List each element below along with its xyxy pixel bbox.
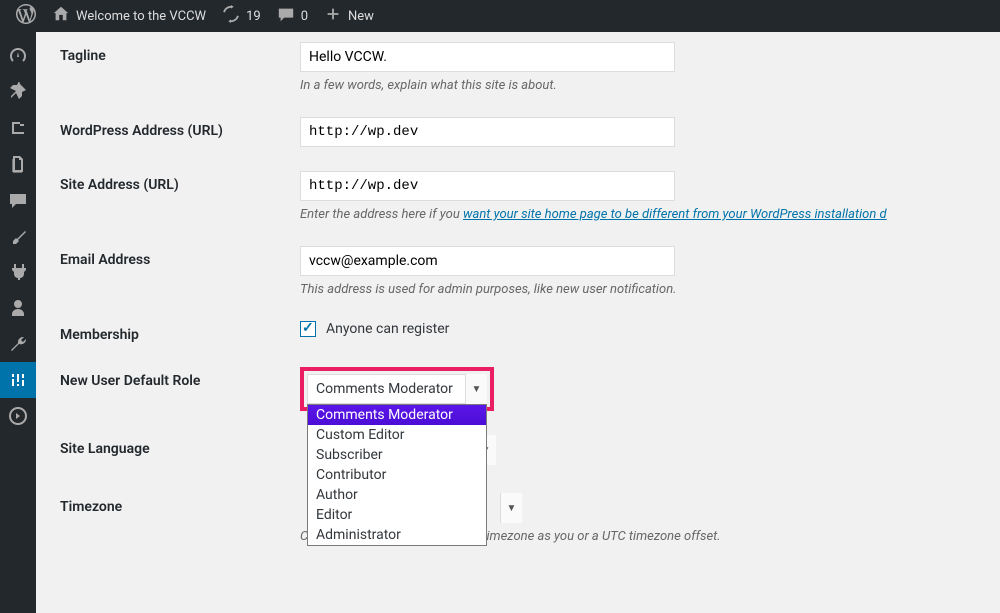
chevron-down-icon: ▼ (465, 374, 487, 404)
new-label: New (348, 9, 374, 24)
email-label: Email Address (60, 246, 300, 268)
updates-link[interactable]: 19 (214, 0, 269, 32)
new-link[interactable]: New (316, 0, 382, 32)
highlight-box: Comments Moderator ▼ Comments Moderator … (300, 367, 494, 411)
timezone-select[interactable]: ▼ (500, 493, 522, 523)
comments-count: 0 (301, 9, 308, 24)
membership-label: Membership (60, 321, 300, 343)
sliders-icon (8, 370, 28, 390)
sidebar-comments[interactable] (0, 182, 36, 218)
admin-bar: Welcome to the VCCW 19 0 New (0, 0, 1000, 32)
role-option[interactable]: Administrator (308, 525, 486, 545)
brush-icon (8, 226, 28, 246)
home-icon (52, 5, 70, 28)
main-content: Tagline In a few words, explain what thi… (36, 32, 1000, 558)
comment-icon (277, 5, 295, 28)
wp-logo[interactable] (8, 0, 44, 32)
wordpress-icon (16, 4, 36, 29)
sidebar-tools[interactable] (0, 326, 36, 362)
wpaddress-label: WordPress Address (URL) (60, 117, 300, 139)
site-title: Welcome to the VCCW (76, 9, 206, 24)
role-option[interactable]: Author (308, 485, 486, 505)
tagline-label: Tagline (60, 42, 300, 64)
plus-icon (324, 5, 342, 28)
siteaddress-description: Enter the address here if you want your … (300, 207, 976, 222)
sidebar-posts[interactable] (0, 74, 36, 110)
sidebar-menu (0, 32, 36, 613)
updates-count: 19 (246, 9, 261, 24)
comments-link[interactable]: 0 (269, 0, 316, 32)
site-link[interactable]: Welcome to the VCCW (44, 0, 214, 32)
sitelanguage-label: Site Language (60, 435, 300, 457)
role-option[interactable]: Subscriber (308, 445, 486, 465)
role-option[interactable]: Editor (308, 505, 486, 525)
email-input[interactable] (300, 246, 675, 276)
comment-icon (8, 190, 28, 210)
sidebar-collapse[interactable] (0, 398, 36, 434)
role-option[interactable]: Comments Moderator (308, 405, 486, 425)
tagline-description: In a few words, explain what this site i… (300, 78, 976, 93)
role-option[interactable]: Contributor (308, 465, 486, 485)
collapse-icon (8, 406, 28, 426)
plug-icon (8, 262, 28, 282)
sidebar-users[interactable] (0, 290, 36, 326)
timezone-label: Timezone (60, 493, 300, 515)
sidebar-settings[interactable] (0, 362, 36, 398)
sidebar-appearance[interactable] (0, 218, 36, 254)
role-option[interactable]: Custom Editor (308, 425, 486, 445)
media-icon (8, 118, 28, 138)
chevron-down-icon: ▼ (500, 493, 522, 523)
defaultrole-label: New User Default Role (60, 367, 300, 389)
pages-icon (8, 154, 28, 174)
siteaddress-help-link[interactable]: want your site home page to be different… (463, 207, 887, 222)
sidebar-dashboard[interactable] (0, 38, 36, 74)
sidebar-media[interactable] (0, 110, 36, 146)
dashboard-icon (8, 46, 28, 66)
email-description: This address is used for admin purposes,… (300, 282, 976, 297)
tagline-input[interactable] (300, 42, 675, 72)
defaultrole-select[interactable]: Comments Moderator ▼ (307, 374, 487, 404)
membership-checkbox[interactable] (300, 321, 316, 337)
user-icon (8, 298, 28, 318)
membership-checkbox-label: Anyone can register (326, 321, 449, 337)
wrench-icon (8, 334, 28, 354)
wpaddress-input[interactable] (300, 117, 675, 147)
sidebar-plugins[interactable] (0, 254, 36, 290)
update-icon (222, 5, 240, 28)
pin-icon (8, 82, 28, 102)
siteaddress-input[interactable] (300, 171, 675, 201)
siteaddress-label: Site Address (URL) (60, 171, 300, 193)
defaultrole-dropdown: Comments Moderator Custom Editor Subscri… (307, 404, 487, 546)
sidebar-pages[interactable] (0, 146, 36, 182)
